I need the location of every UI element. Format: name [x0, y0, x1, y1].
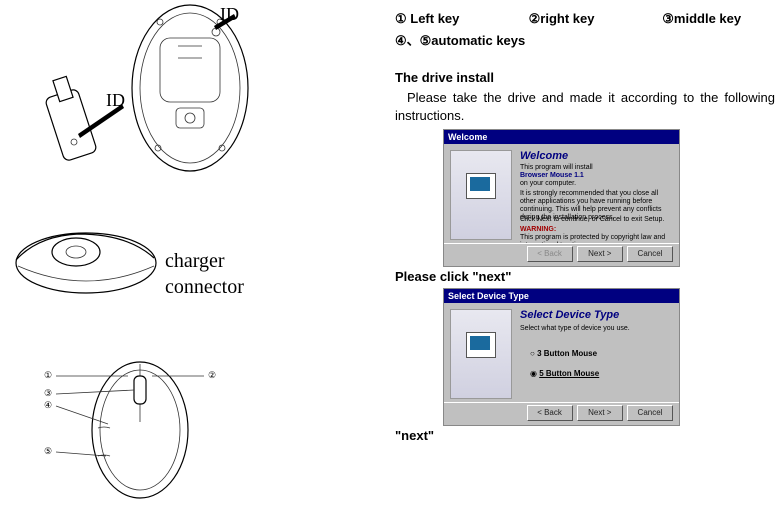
key-45-label: ④、⑤automatic keys — [395, 30, 775, 52]
charger-connector-label: charger connector — [165, 248, 244, 300]
callout-1: ① — [44, 370, 52, 381]
device-option-3button-label: 3 Button Mouse — [537, 349, 597, 358]
welcome-sub: This program will install — [520, 164, 670, 172]
next-button[interactable]: Next > — [577, 246, 623, 262]
installer-screenshot-welcome: Welcome Welcome This program will instal… — [443, 129, 680, 267]
drive-install-text-line1: Please take the drive and made it accord… — [395, 89, 775, 107]
drive-install-title: The drive install — [395, 70, 775, 85]
cancel-button[interactable]: Cancel — [627, 246, 673, 262]
welcome-product: Browser Mouse 1.1 — [520, 172, 670, 180]
device-option-5button-label: 5 Button Mouse — [539, 369, 599, 378]
device-button-row: < Back Next > Cancel — [444, 402, 679, 425]
charger-text-line1: charger — [165, 250, 225, 272]
key-2-label: ②right key — [529, 8, 659, 30]
instruction-column: ① Left key ②right key ③middle key ④、⑤aut… — [395, 0, 775, 512]
drive-install-text-line2: instructions. — [395, 107, 775, 125]
installer-screenshot-device: Select Device Type Select Device Type Se… — [443, 288, 680, 426]
welcome-side-image — [450, 150, 512, 240]
welcome-heading: Welcome — [520, 150, 568, 162]
device-option-5button[interactable]: ◉ 5 Button Mouse — [530, 369, 599, 378]
device-titlebar-text: Select Device Type — [444, 289, 679, 303]
mouse-side-diagram — [8, 218, 168, 308]
back-button[interactable]: < Back — [527, 246, 573, 262]
diagram-column: ID ID charger connector ① ② ③ ④ ⑤ — [0, 0, 390, 512]
key-3-label: ③middle key — [662, 8, 741, 30]
callout-5: ⑤ — [44, 446, 52, 457]
next-button[interactable]: Next > — [577, 405, 623, 421]
computer-icon — [466, 332, 496, 358]
id-label-top: ID — [220, 4, 239, 25]
device-option-3button[interactable]: ○ 3 Button Mouse — [530, 349, 597, 358]
callout-4: ④ — [44, 400, 52, 411]
welcome-on: on your computer. — [520, 180, 670, 188]
key-legend: ① Left key ②right key ③middle key ④、⑤aut… — [395, 8, 775, 52]
back-button[interactable]: < Back — [527, 405, 573, 421]
key-1-label: ① Left key — [395, 8, 525, 30]
welcome-button-row: < Back Next > Cancel — [444, 243, 679, 266]
device-heading: Select Device Type — [520, 309, 619, 321]
welcome-titlebar-text: Welcome — [444, 130, 679, 144]
welcome-warning-label: WARNING: — [520, 226, 670, 234]
welcome-cont: Click Next to continue, or Cancel to exi… — [520, 216, 670, 224]
computer-icon — [466, 173, 496, 199]
device-sub: Select what type of device you use. — [520, 325, 670, 333]
id-label-side: ID — [106, 90, 125, 111]
charger-text-line2: connector — [165, 276, 244, 298]
callout-3: ③ — [44, 388, 52, 399]
mouse-bottom-diagram — [20, 0, 280, 190]
cancel-button[interactable]: Cancel — [627, 405, 673, 421]
device-side-image — [450, 309, 512, 399]
please-click-next-1: Please click "next" — [395, 269, 775, 284]
please-click-next-2: "next" — [395, 428, 775, 443]
mouse-top-diagram — [44, 358, 224, 508]
callout-2: ② — [208, 370, 216, 381]
